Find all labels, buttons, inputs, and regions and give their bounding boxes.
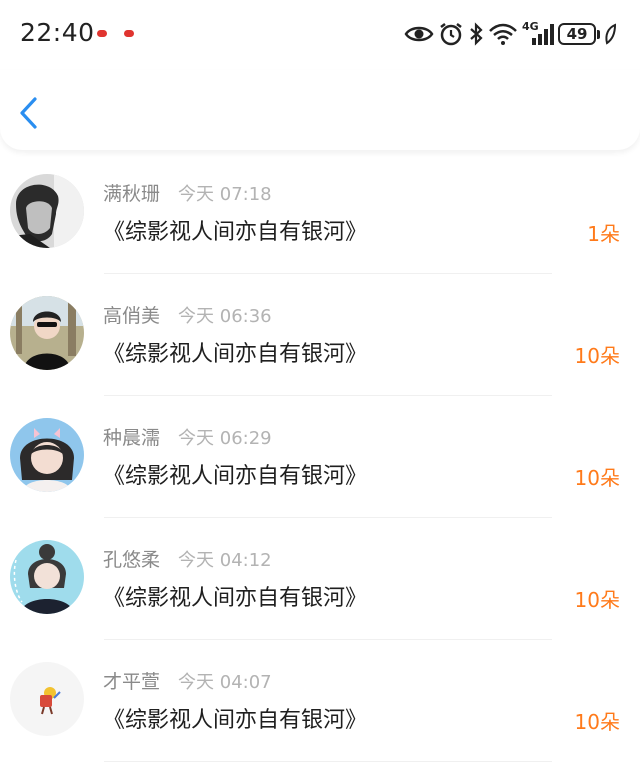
user-name: 种晨濡	[103, 427, 161, 449]
bluetooth-icon	[470, 22, 483, 46]
avatar[interactable]	[10, 174, 84, 248]
item-meta: 孔悠柔 今天 04:12	[103, 545, 272, 572]
divider	[104, 761, 552, 762]
user-name: 满秋珊	[103, 183, 161, 205]
leaf-icon	[605, 23, 616, 45]
avatar[interactable]	[10, 296, 84, 370]
item-meta: 种晨濡 今天 06:29	[103, 423, 272, 450]
eye-icon	[404, 26, 434, 42]
timestamp: 今天 07:18	[178, 184, 272, 205]
book-title: 《综影视人间亦自有银河》	[103, 708, 368, 733]
list-item[interactable]: 高俏美 今天 06:36 《综影视人间亦自有银河》 10朵	[0, 274, 640, 396]
back-button[interactable]	[8, 90, 48, 136]
notification-icon	[97, 30, 107, 37]
avatar[interactable]	[10, 540, 84, 614]
gift-amount: 10朵	[574, 466, 620, 490]
avatar[interactable]	[10, 662, 84, 736]
gift-amount: 10朵	[574, 710, 620, 734]
status-bar: 22:40 4G 49	[0, 0, 640, 70]
alarm-icon	[440, 23, 462, 46]
nav-bar	[0, 70, 640, 150]
list-item[interactable]: 孔悠柔 今天 04:12 《综影视人间亦自有银河》 10朵	[0, 518, 640, 640]
gift-amount: 10朵	[574, 344, 620, 368]
signal-icon: 4G	[522, 20, 554, 46]
status-time: 22:40	[20, 18, 95, 47]
book-title: 《综影视人间亦自有银河》	[103, 342, 368, 367]
battery-level: 49	[558, 23, 596, 45]
avatar[interactable]	[10, 418, 84, 492]
timestamp: 今天 04:07	[178, 672, 272, 693]
user-name: 高俏美	[103, 305, 161, 327]
notification-icon	[124, 30, 134, 37]
timestamp: 今天 04:12	[178, 550, 272, 571]
wifi-icon	[489, 23, 517, 45]
list-item[interactable]: 种晨濡 今天 06:29 《综影视人间亦自有银河》 10朵	[0, 396, 640, 518]
gift-amount: 1朵	[587, 222, 620, 246]
gift-list: 满秋珊 今天 07:18 《综影视人间亦自有银河》 1朵 高俏美 今天 06:3…	[0, 152, 640, 762]
item-meta: 满秋珊 今天 07:18	[103, 179, 272, 206]
item-meta: 高俏美 今天 06:36	[103, 301, 272, 328]
user-name: 才平萱	[103, 671, 161, 693]
timestamp: 今天 06:29	[178, 428, 272, 449]
battery-icon: 49	[558, 23, 600, 45]
list-item[interactable]: 才平萱 今天 04:07 《综影视人间亦自有银河》 10朵	[0, 640, 640, 762]
book-title: 《综影视人间亦自有银河》	[103, 464, 368, 489]
chevron-left-icon	[20, 97, 37, 129]
item-meta: 才平萱 今天 04:07	[103, 667, 272, 694]
timestamp: 今天 06:36	[178, 306, 272, 327]
book-title: 《综影视人间亦自有银河》	[103, 220, 368, 245]
gift-amount: 10朵	[574, 588, 620, 612]
list-item[interactable]: 满秋珊 今天 07:18 《综影视人间亦自有银河》 1朵	[0, 152, 640, 274]
status-icons: 4G 49	[404, 20, 616, 48]
book-title: 《综影视人间亦自有银河》	[103, 586, 368, 611]
user-name: 孔悠柔	[103, 549, 161, 571]
